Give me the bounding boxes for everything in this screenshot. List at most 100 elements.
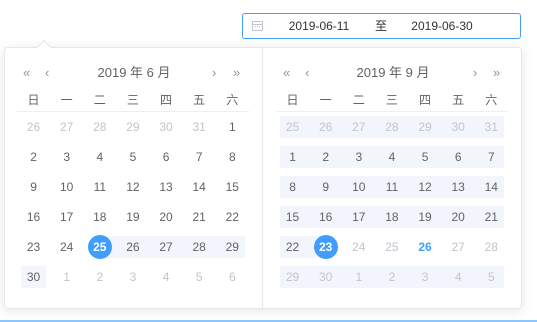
date-cell[interactable]: 16 bbox=[17, 202, 50, 232]
date-cell[interactable]: 26 bbox=[309, 112, 343, 142]
next-month-icon[interactable]: › bbox=[473, 62, 477, 84]
date-cell[interactable]: 4 bbox=[375, 142, 409, 172]
date-cell[interactable]: 18 bbox=[83, 202, 116, 232]
date-cell[interactable]: 5 bbox=[474, 262, 508, 292]
date-cell[interactable]: 3 bbox=[50, 142, 83, 172]
date-number: 31 bbox=[484, 120, 498, 134]
date-cell[interactable]: 24 bbox=[342, 232, 375, 262]
date-cell[interactable]: 9 bbox=[309, 172, 343, 202]
date-number: 27 bbox=[352, 120, 366, 134]
date-cell[interactable]: 22 bbox=[216, 202, 249, 232]
date-cell[interactable]: 25 bbox=[375, 232, 408, 262]
date-cell[interactable]: 21 bbox=[183, 202, 216, 232]
date-cell[interactable]: 2 bbox=[375, 262, 409, 292]
date-cell[interactable]: 29 bbox=[116, 112, 149, 142]
date-cell[interactable]: 5 bbox=[183, 262, 216, 292]
date-cell[interactable]: 30 bbox=[150, 112, 183, 142]
date-row: 9 10 11 12 13 14 15 bbox=[17, 172, 249, 202]
date-cell[interactable]: 28 bbox=[375, 112, 409, 142]
date-cell[interactable]: 28 bbox=[182, 232, 216, 262]
date-cell[interactable]: 4 bbox=[441, 262, 475, 292]
date-cell[interactable]: 31 bbox=[183, 112, 216, 142]
date-cell[interactable]: 11 bbox=[83, 172, 116, 202]
date-cell[interactable]: 30 bbox=[441, 112, 475, 142]
date-cell[interactable]: 26 bbox=[116, 232, 150, 262]
next-year-icon[interactable]: » bbox=[233, 62, 240, 84]
date-cell[interactable]: 22 bbox=[276, 232, 310, 262]
date-cell[interactable]: 30 bbox=[309, 262, 343, 292]
date-range-picker-popover: « ‹ 2019 年 6 月 › » 日一二三四五六 26 27 28 29 30 31 1 2… bbox=[4, 39, 522, 309]
date-cell[interactable]: 18 bbox=[375, 202, 409, 232]
date-cell[interactable]: 14 bbox=[474, 172, 508, 202]
next-year-icon[interactable]: » bbox=[493, 62, 500, 84]
date-cell[interactable]: 20 bbox=[150, 202, 183, 232]
date-cell[interactable]: 17 bbox=[342, 202, 376, 232]
date-cell[interactable]: 15 bbox=[276, 202, 310, 232]
range-end-input[interactable]: 2019-06-30 bbox=[394, 14, 490, 38]
date-cell[interactable]: 16 bbox=[309, 202, 343, 232]
date-cell[interactable]: 19 bbox=[116, 202, 149, 232]
next-month-icon[interactable]: › bbox=[212, 62, 216, 84]
date-cell[interactable]: 31 bbox=[474, 112, 508, 142]
date-cell[interactable]: 5 bbox=[116, 142, 149, 172]
date-cell[interactable]: 2 bbox=[17, 142, 50, 172]
date-cell[interactable]: 29 bbox=[215, 232, 249, 262]
date-cell[interactable]: 30 bbox=[17, 262, 50, 292]
date-cell[interactable]: 29 bbox=[276, 262, 310, 292]
date-cell[interactable]: 11 bbox=[375, 172, 409, 202]
date-cell[interactable]: 29 bbox=[408, 112, 442, 142]
date-cell[interactable]: 4 bbox=[150, 262, 183, 292]
weekday-label: 日 bbox=[27, 93, 40, 107]
date-cell[interactable]: 12 bbox=[116, 172, 149, 202]
date-cell[interactable]: 27 bbox=[50, 112, 83, 142]
date-cell[interactable]: 1 bbox=[216, 112, 249, 142]
left-month-panel: « ‹ 2019 年 6 月 › » 日一二三四五六 26 27 28 29 30 31 1 2… bbox=[5, 48, 263, 308]
date-cell[interactable]: 27 bbox=[149, 232, 183, 262]
date-cell[interactable]: 3 bbox=[116, 262, 149, 292]
date-cell[interactable]: 10 bbox=[342, 172, 376, 202]
date-cell[interactable]: 6 bbox=[441, 142, 475, 172]
date-cell[interactable]: 1 bbox=[50, 262, 83, 292]
weekday-label: 六 bbox=[485, 93, 498, 107]
date-cell[interactable]: 27 bbox=[342, 112, 376, 142]
date-cell[interactable]: 1 bbox=[342, 262, 376, 292]
date-cell[interactable]: 3 bbox=[408, 262, 442, 292]
selected-date-cell[interactable]: 25 bbox=[83, 232, 117, 262]
date-cell[interactable]: 28 bbox=[83, 112, 116, 142]
date-cell[interactable]: 19 bbox=[408, 202, 442, 232]
date-cell[interactable]: 28 bbox=[475, 232, 508, 262]
date-cell[interactable]: 5 bbox=[408, 142, 442, 172]
date-cell[interactable]: 20 bbox=[441, 202, 475, 232]
date-cell[interactable]: 25 bbox=[276, 112, 310, 142]
date-cell[interactable]: 4 bbox=[83, 142, 116, 172]
date-number: 26 bbox=[126, 240, 140, 254]
range-start-input[interactable]: 2019-06-11 bbox=[271, 14, 367, 38]
date-cell[interactable]: 13 bbox=[150, 172, 183, 202]
date-cell[interactable]: 2 bbox=[309, 142, 343, 172]
date-range-input[interactable]: 2019-06-11 至 2019-06-30 bbox=[242, 13, 521, 39]
date-cell[interactable]: 21 bbox=[474, 202, 508, 232]
date-cell[interactable]: 9 bbox=[17, 172, 50, 202]
date-cell[interactable]: 7 bbox=[474, 142, 508, 172]
date-cell[interactable]: 6 bbox=[216, 262, 249, 292]
date-cell[interactable]: 26 bbox=[409, 232, 442, 262]
date-cell[interactable]: 15 bbox=[216, 172, 249, 202]
date-cell[interactable]: 8 bbox=[216, 142, 249, 172]
date-cell[interactable]: 1 bbox=[276, 142, 310, 172]
date-cell[interactable]: 14 bbox=[183, 172, 216, 202]
date-cell[interactable]: 7 bbox=[183, 142, 216, 172]
date-cell[interactable]: 10 bbox=[50, 172, 83, 202]
date-cell[interactable]: 6 bbox=[150, 142, 183, 172]
date-cell[interactable]: 27 bbox=[442, 232, 475, 262]
date-cell[interactable]: 8 bbox=[276, 172, 310, 202]
date-cell[interactable]: 13 bbox=[441, 172, 475, 202]
date-cell[interactable]: 3 bbox=[342, 142, 376, 172]
date-cell[interactable]: 26 bbox=[17, 112, 50, 142]
date-number: 2 bbox=[322, 150, 330, 164]
date-cell[interactable]: 23 bbox=[17, 232, 50, 262]
date-cell[interactable]: 17 bbox=[50, 202, 83, 232]
selected-date-cell[interactable]: 23 bbox=[309, 232, 342, 262]
date-cell[interactable]: 24 bbox=[50, 232, 83, 262]
date-cell[interactable]: 12 bbox=[408, 172, 442, 202]
date-cell[interactable]: 2 bbox=[83, 262, 116, 292]
